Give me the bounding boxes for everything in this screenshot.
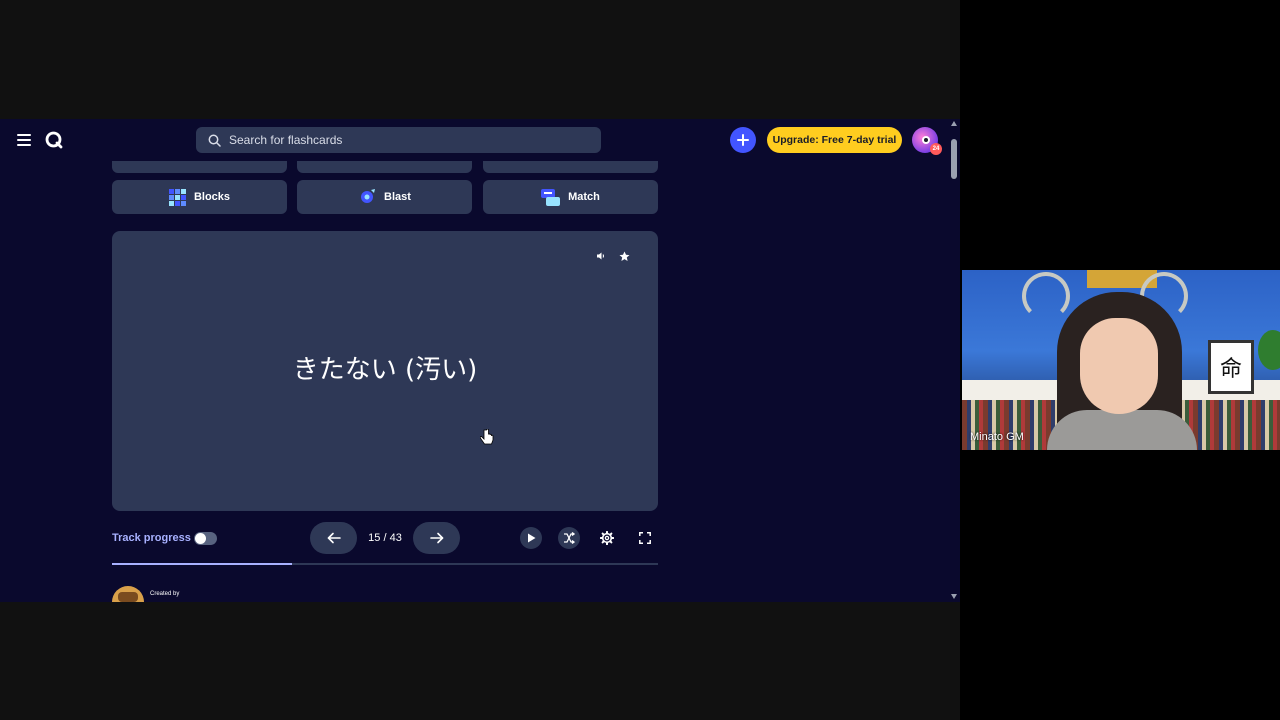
creator-avatar[interactable] [112,586,144,602]
mode-button-hidden-1[interactable] [112,161,287,173]
star-icon[interactable] [619,251,630,262]
next-card-button[interactable] [413,522,460,554]
gear-icon [600,531,614,545]
plus-icon [737,134,749,146]
card-counter: 15 / 43 [368,532,402,544]
previous-card-button[interactable] [310,522,357,554]
quizlet-logo-icon[interactable] [44,130,64,150]
menu-icon[interactable] [17,134,31,146]
profile-avatar[interactable]: 24 [912,127,942,155]
hand-pointer-cursor-icon [480,429,494,445]
flashcard-term: きたない (汚い) [292,355,478,385]
create-button[interactable] [730,127,756,153]
play-button[interactable] [520,527,542,549]
scrollbar-thumb[interactable] [951,139,957,179]
search-icon [208,134,221,147]
fullscreen-button[interactable] [634,527,656,549]
scrollbar[interactable] [948,119,960,602]
participant-body [1047,410,1197,450]
scroll-up-arrow-icon[interactable] [951,121,957,126]
frame-character: 命 [1219,357,1242,382]
participant-name: Minato GM [970,431,1024,443]
search-input[interactable]: Search for flashcards [196,127,601,153]
blocks-mode-button[interactable]: Blocks [112,180,287,214]
blast-mode-button[interactable]: Blast [297,180,472,214]
shuffle-button[interactable] [558,527,580,549]
track-progress-toggle[interactable] [194,532,217,545]
match-label: Match [568,191,600,203]
plant [1258,330,1280,370]
card-controls: Track progress 15 / 43 [0,519,948,559]
webcam-video-tile[interactable]: 命 Minato GM [962,270,1280,450]
blast-icon [361,189,376,203]
mode-button-hidden-2[interactable] [297,161,472,173]
arrow-right-icon [429,532,443,544]
blocks-label: Blocks [193,191,231,203]
created-by-label: Created by [150,591,180,597]
scroll-down-arrow-icon[interactable] [951,594,957,599]
audio-icon[interactable] [596,251,606,261]
match-mode-button[interactable]: Match [483,180,658,214]
wreath-decoration-left [1022,272,1070,320]
settings-button[interactable] [596,527,618,549]
arrow-left-icon [327,532,341,544]
match-icon [541,188,561,206]
progress-bar-fill [112,563,293,565]
search-placeholder: Search for flashcards [229,133,343,147]
blocks-icon [168,188,186,206]
browser-viewport: Search for flashcards Upgrade: Free 7-da… [0,119,960,602]
play-icon [527,533,535,543]
flashcard[interactable]: きたない (汚い) [112,231,658,511]
blast-label: Blast [384,191,411,203]
progress-bar [112,563,658,565]
participant-face [1080,318,1158,414]
mode-button-hidden-3[interactable] [483,161,658,173]
avatar-badge: 24 [930,143,942,155]
wall-frame: 命 [1208,340,1254,394]
upgrade-button[interactable]: Upgrade: Free 7-day trial [767,127,902,153]
shuffle-icon [564,532,575,544]
study-content: Blocks Blast Match きたない (汚い) Track progr… [0,161,948,602]
track-progress-label: Track progress [112,532,191,544]
fullscreen-icon [639,532,651,544]
top-navigation-bar: Search for flashcards Upgrade: Free 7-da… [0,119,948,161]
